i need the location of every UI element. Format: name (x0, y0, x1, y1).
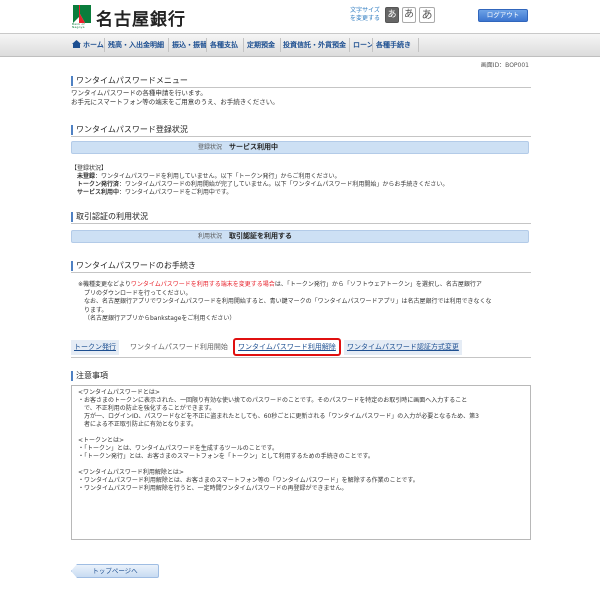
procedure-notes: ※機種変更などよりワンタイムパスワードを利用する端末を変更する場合は、「トークン… (78, 281, 533, 324)
header: Bank of Nagoya 名古屋銀行 文字サイズを変更する あ あ あ ログ… (0, 0, 600, 32)
legend-item: サービス利用中：ワンタイムパスワードをご利用中です。 (71, 189, 448, 197)
bank-logo-icon (72, 4, 92, 24)
registration-section-title: ワンタイムパスワード登録状況 (71, 125, 188, 135)
nav-divider (168, 38, 169, 52)
procedure-tabs: トークン発行 ワンタイムパスワード利用開始 ワンタイムパスワード利用解除 ワンタ… (71, 338, 531, 358)
legend-item: トークン発行済：ワンタイムパスワードの利用開始が完了していません。以下「ワンタイ… (71, 181, 448, 189)
nav-divider (206, 38, 207, 52)
legend-term: トークン発行済 (77, 181, 120, 188)
registration-status-value: サービス利用中 (229, 143, 278, 151)
intro-line: ワンタイムパスワードの各種申請を行います。 (71, 89, 207, 97)
auth-status-bar: 利用状況 取引認証を利用する (71, 230, 529, 243)
note-line: ※機種変更などよりワンタイムパスワードを利用する端末を変更する場合は、「トークン… (78, 281, 533, 290)
page-title: ワンタイムパスワードメニュー (71, 76, 188, 86)
legend-header: 【登録状況】 (71, 165, 108, 172)
screen-id: 画面ID：BOP001 (480, 62, 529, 69)
logout-button[interactable]: ログアウト (478, 9, 528, 22)
note-line: （名古屋銀行アプリからbankstageをご利用ください） (84, 315, 236, 322)
logo-caption: Bank of Nagoya (72, 22, 85, 29)
legend-term: 未登録 (77, 173, 96, 180)
fontsize-small-button[interactable]: あ (385, 7, 399, 23)
nav-divider (280, 38, 281, 52)
note-line: なお、名古屋銀行アプリでワンタイムパスワードを利用開始すると、青い鍵マークの「ワ… (84, 298, 492, 305)
divider (71, 87, 531, 88)
auth-status-value: 取引認証を利用する (229, 232, 292, 240)
tab-token-issue[interactable]: トークン発行 (71, 340, 119, 355)
divider (71, 357, 531, 358)
fontsize-medium-button[interactable]: あ (402, 7, 416, 23)
fontsize-large-button[interactable]: あ (419, 7, 435, 23)
top-page-button[interactable]: トップページへ (71, 564, 159, 578)
nav-divider (418, 38, 419, 52)
nav-balance[interactable]: 残高・入出金明細 (108, 34, 164, 56)
nav-home[interactable]: ホーム (72, 34, 104, 56)
note-highlight: ワンタイムパスワードを利用する端末を変更する場合 (130, 281, 275, 288)
notice-textarea[interactable]: <ワンタイムパスワードとは> ・お客さまのトークンに表示された、一回限り有効な使… (71, 385, 531, 540)
nav-divider (243, 38, 244, 52)
bank-logo[interactable]: Bank of Nagoya (72, 4, 92, 29)
registration-legend: 【登録状況】 未登録：ワンタイムパスワードを利用していません。以下「トークン発行… (71, 165, 448, 197)
nav-divider (349, 38, 350, 52)
registration-status-bar: 登録状況 サービス利用中 (71, 141, 529, 154)
note-text: ※機種変更などより (78, 281, 131, 288)
notice-text: <ワンタイムパスワードとは> ・お客さまのトークンに表示された、一回限り有効な使… (78, 389, 479, 492)
note-line: プリのダウンロードを行ってください。 (84, 289, 192, 297)
legend-term: サービス利用中 (77, 189, 120, 196)
divider (71, 223, 531, 224)
legend-desc: ：ワンタイムパスワードを利用していません。以下「トークン発行」からご利用ください… (95, 173, 341, 180)
legend-item: 未登録：ワンタイムパスワードを利用していません。以下「トークン発行」からご利用く… (71, 173, 448, 181)
divider (71, 272, 531, 273)
tab-start-use[interactable]: ワンタイムパスワード利用開始 (127, 340, 231, 355)
nav-investment[interactable]: 投資信託・外貨預金 (283, 34, 346, 56)
page-intro: ワンタイムパスワードの各種申請を行います。 お手元にスマートフォン等の端末をご用… (71, 89, 279, 107)
procedure-section-title: ワンタイムパスワードのお手続き (71, 261, 196, 271)
global-nav: ホーム 残高・入出金明細 振込・振替 各種支払 定期預金 投資信託・外貨預金 ロ… (0, 33, 600, 57)
nav-procedures[interactable]: 各種手続き (376, 34, 411, 56)
intro-line: お手元にスマートフォン等の端末をご用意のうえ、お手続きください。 (71, 98, 279, 106)
nav-divider (372, 38, 373, 52)
registration-status-label: 登録状況 (197, 144, 222, 151)
nav-divider (104, 38, 105, 52)
bank-name: 名古屋銀行 (96, 10, 186, 30)
legend-desc: ：ワンタイムパスワードの利用開始が完了していません。以下「ワンタイムパスワード利… (119, 181, 449, 188)
divider (71, 136, 531, 137)
home-icon (72, 40, 81, 48)
nav-home-label: ホーム (83, 41, 104, 49)
legend-desc: ：ワンタイムパスワードをご利用中です。 (119, 189, 233, 196)
tab-cancel-use[interactable]: ワンタイムパスワード利用解除 (233, 338, 341, 356)
auth-section-title: 取引認証の利用状況 (71, 212, 148, 222)
auth-status-label: 利用状況 (197, 233, 222, 240)
nav-loan[interactable]: ローン (353, 34, 374, 56)
nav-time-deposit[interactable]: 定期預金 (247, 34, 275, 56)
nav-transfer[interactable]: 振込・振替 (172, 34, 207, 56)
nav-payment[interactable]: 各種支払 (210, 34, 238, 56)
note-text: は、「トークン発行」から「ソフトウェアトークン」を選択し、名古屋銀行ア (274, 281, 482, 288)
note-line: ります。 (84, 306, 108, 314)
notice-title: 注意事項 (71, 371, 108, 381)
fontsize-label: 文字サイズを変更する (349, 7, 380, 22)
tab-change-auth[interactable]: ワンタイムパスワード認証方式変更 (344, 340, 462, 355)
